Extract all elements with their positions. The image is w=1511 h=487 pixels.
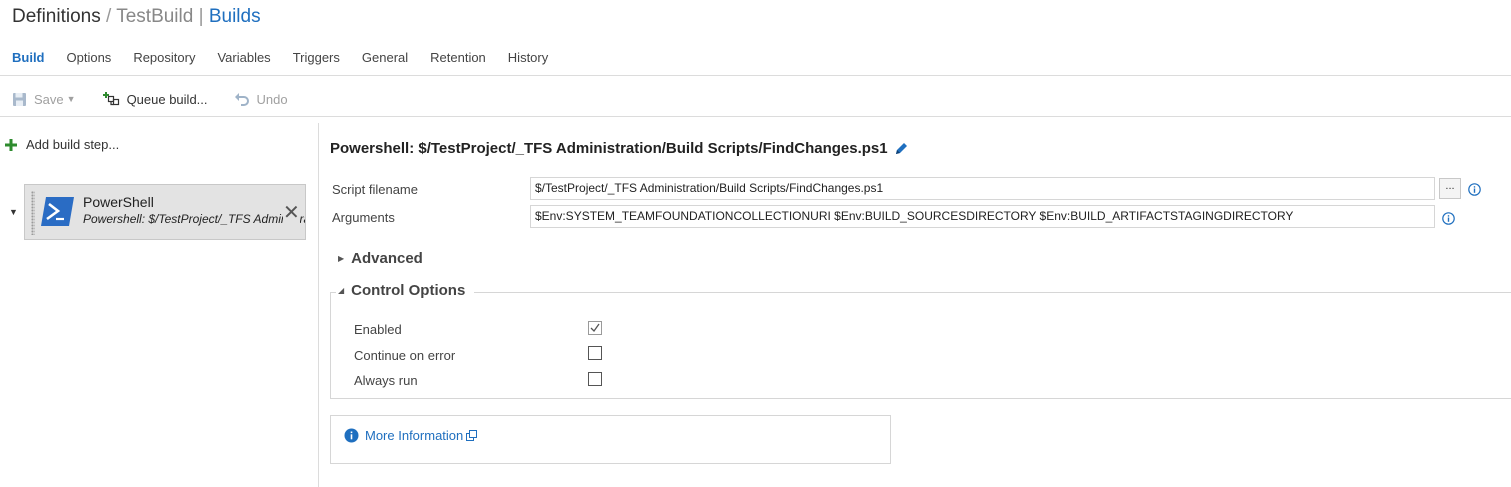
pencil-icon[interactable] bbox=[894, 141, 909, 156]
queue-build-button[interactable]: Queue build... bbox=[102, 91, 208, 107]
always-run-checkbox[interactable] bbox=[588, 372, 602, 386]
save-label: Save bbox=[34, 91, 64, 107]
step-title-text: Powershell: $/TestProject/_TFS Administr… bbox=[330, 140, 888, 157]
build-definition-page: Definitions / TestBuild | Builds Build O… bbox=[0, 0, 1511, 487]
tab-variables[interactable]: Variables bbox=[206, 48, 281, 68]
advanced-section-toggle[interactable]: ▶ Advanced bbox=[338, 250, 423, 267]
control-options-fieldset bbox=[330, 292, 1511, 399]
save-button[interactable]: Save ▼ bbox=[12, 92, 76, 107]
enabled-label: Enabled bbox=[354, 322, 402, 337]
info-icon[interactable] bbox=[1468, 183, 1481, 196]
control-options-label: Control Options bbox=[351, 282, 466, 299]
chevron-down-icon: ◢ bbox=[338, 286, 345, 295]
more-information-label: More Information bbox=[365, 428, 464, 443]
undo-label: Undo bbox=[256, 91, 288, 107]
browse-button[interactable]: ... bbox=[1439, 178, 1461, 199]
tabs-divider bbox=[0, 75, 1511, 76]
task-subtitle: Powershell: $/TestProject/_TFS Administr… bbox=[83, 212, 306, 226]
definition-tabs: Build Options Repository Variables Trigg… bbox=[0, 48, 559, 68]
breadcrumb-bar: | bbox=[198, 6, 204, 27]
more-information-link[interactable]: More Information bbox=[344, 428, 478, 443]
info-icon bbox=[344, 428, 359, 443]
build-step-powershell[interactable]: PowerShell Powershell: $/TestProject/_TF… bbox=[24, 184, 306, 240]
toolbar-divider bbox=[0, 116, 1511, 117]
info-icon[interactable] bbox=[1442, 212, 1455, 225]
add-build-step-button[interactable]: Add build step... bbox=[4, 137, 119, 152]
step-title: Powershell: $/TestProject/_TFS Administr… bbox=[330, 140, 909, 157]
tab-retention[interactable]: Retention bbox=[419, 48, 497, 68]
advanced-label: Advanced bbox=[351, 250, 423, 267]
tab-options[interactable]: Options bbox=[56, 48, 123, 68]
external-link-icon bbox=[466, 430, 478, 441]
breadcrumb-build-name: TestBuild bbox=[116, 6, 194, 27]
breadcrumb-definitions[interactable]: Definitions bbox=[12, 6, 101, 27]
toolbar: Save ▼ Queue build... Undo bbox=[0, 88, 314, 110]
queue-build-icon bbox=[102, 92, 119, 106]
page-title: Definitions / TestBuild | Builds bbox=[12, 6, 261, 28]
arguments-input[interactable]: $Env:SYSTEM_TEAMFOUNDATIONCOLLECTIONURI … bbox=[530, 205, 1435, 228]
task-expand-icon[interactable]: ▼ bbox=[9, 207, 18, 217]
script-filename-label: Script filename bbox=[332, 182, 418, 197]
plus-icon bbox=[5, 138, 17, 151]
tab-build[interactable]: Build bbox=[0, 48, 56, 68]
control-options-toggle[interactable]: ◢ Control Options bbox=[338, 282, 465, 299]
save-icon bbox=[13, 92, 26, 106]
continue-on-error-checkbox[interactable] bbox=[588, 346, 602, 360]
tab-repository[interactable]: Repository bbox=[122, 48, 206, 68]
arguments-label: Arguments bbox=[332, 210, 395, 225]
enabled-checkbox[interactable] bbox=[588, 321, 602, 335]
chevron-right-icon: ▶ bbox=[338, 254, 345, 263]
queue-build-label: Queue build... bbox=[126, 91, 208, 107]
tab-triggers[interactable]: Triggers bbox=[282, 48, 351, 68]
powershell-icon bbox=[41, 197, 74, 226]
script-filename-input[interactable]: $/TestProject/_TFS Administration/Build … bbox=[530, 177, 1435, 200]
drag-handle-icon[interactable] bbox=[31, 191, 35, 235]
checkmark-icon bbox=[590, 323, 600, 333]
tab-general[interactable]: General bbox=[351, 48, 419, 68]
continue-on-error-label: Continue on error bbox=[354, 348, 456, 363]
undo-button[interactable]: Undo bbox=[234, 91, 288, 107]
add-build-step-label: Add build step... bbox=[26, 137, 120, 152]
breadcrumb-builds-link[interactable]: Builds bbox=[209, 6, 261, 27]
task-name: PowerShell bbox=[83, 194, 154, 210]
undo-icon bbox=[234, 93, 249, 106]
always-run-label: Always run bbox=[354, 373, 418, 388]
panel-splitter[interactable] bbox=[318, 123, 319, 487]
close-icon[interactable]: ✕ bbox=[283, 200, 300, 225]
breadcrumb-separator: / bbox=[106, 6, 112, 27]
tab-history[interactable]: History bbox=[497, 48, 559, 68]
chevron-down-icon: ▼ bbox=[66, 94, 76, 104]
